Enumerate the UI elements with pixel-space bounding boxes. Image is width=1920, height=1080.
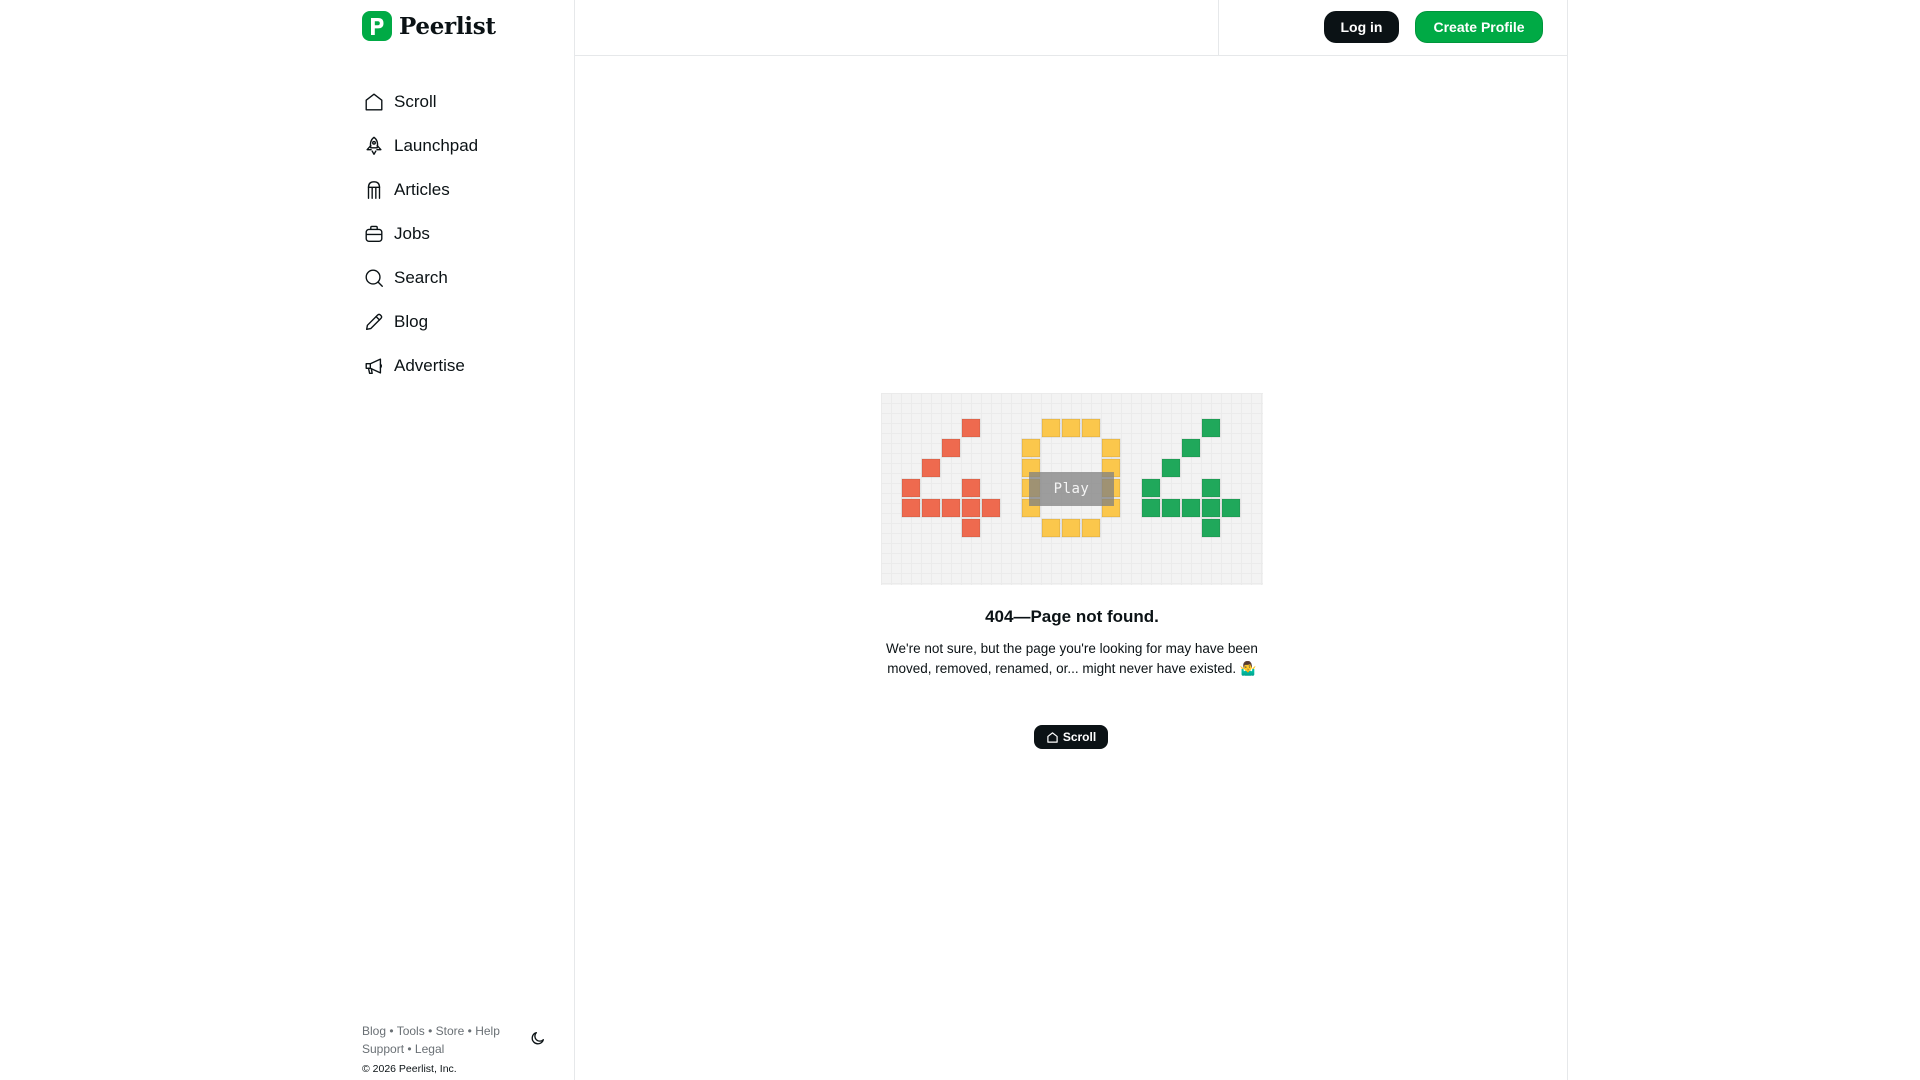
footer-links-row-1: Blog • Tools • Store • Help	[362, 1022, 522, 1040]
scroll-button-label: Scroll	[1062, 730, 1097, 744]
digit-four-right-tile	[1161, 498, 1181, 518]
sidebar-item-label: Search	[394, 268, 448, 287]
rocket-icon	[362, 134, 386, 158]
digit-four-right-tile	[1201, 518, 1221, 538]
sidebar-item-articles[interactable]: Articles	[362, 168, 478, 212]
footer-links-row-2: Support • Legal	[362, 1040, 522, 1058]
megaphone-icon	[362, 354, 386, 378]
digit-four-right-tile	[1221, 498, 1241, 518]
content-divider-right	[1567, 0, 1568, 1080]
digit-zero-tile	[1061, 518, 1081, 538]
digit-zero-tile	[1021, 438, 1041, 458]
footer-link-legal[interactable]: Legal	[415, 1042, 444, 1056]
footer-link-help[interactable]: Help	[475, 1024, 500, 1038]
search-icon	[362, 266, 386, 290]
page-title: 404—Page not found.	[985, 607, 1159, 626]
footer-separator: •	[467, 1024, 472, 1038]
sidebar-item-launchpad[interactable]: Launchpad	[362, 124, 478, 168]
sidebar: Peerlist Scroll Launchpad Articles Jobs	[362, 0, 574, 1080]
briefcase-icon	[362, 222, 386, 246]
digit-four-left-tile	[981, 498, 1001, 518]
sidebar-divider	[574, 0, 575, 1080]
digit-four-left-tile	[961, 518, 981, 538]
logo-text: Peerlist	[399, 12, 496, 40]
digit-four-right-tile	[1161, 458, 1181, 478]
sidebar-item-label: Blog	[394, 312, 429, 331]
digit-four-right-tile	[1181, 498, 1201, 518]
footer-link-tools[interactable]: Tools	[397, 1024, 425, 1038]
home-icon	[362, 90, 386, 114]
sidebar-item-label: Articles	[394, 180, 450, 199]
digit-four-left-tile	[901, 498, 921, 518]
digit-four-left-tile	[961, 418, 981, 438]
header-bottom-divider	[575, 55, 1567, 56]
footer-link-store[interactable]: Store	[436, 1024, 465, 1038]
digit-four-left-tile	[941, 498, 961, 518]
digit-four-right-tile	[1181, 438, 1201, 458]
peerlist-logo[interactable]: Peerlist	[362, 11, 496, 41]
digit-zero-tile	[1041, 518, 1061, 538]
sidebar-item-label: Jobs	[394, 224, 430, 243]
digit-zero-tile	[1081, 418, 1101, 438]
footer-link-blog[interactable]: Blog	[362, 1024, 386, 1038]
digit-zero-tile	[1101, 438, 1121, 458]
theme-toggle-button[interactable]	[525, 1025, 551, 1051]
copyright: © 2026 Peerlist, Inc.	[362, 1063, 457, 1075]
digit-zero-tile	[1041, 418, 1061, 438]
footer-links: Blog • Tools • Store • Help Support • Le…	[362, 1022, 522, 1058]
digit-four-right-tile	[1201, 478, 1221, 498]
create-profile-button[interactable]: Create Profile	[1415, 11, 1543, 43]
digit-zero-tile	[1061, 418, 1081, 438]
digit-zero-tile	[1081, 518, 1101, 538]
game-404-board[interactable]: Play	[881, 393, 1263, 585]
sidebar-item-label: Advertise	[394, 356, 465, 375]
sidebar-item-blog[interactable]: Blog	[362, 300, 478, 344]
login-button[interactable]: Log in	[1324, 11, 1399, 43]
sidebar-item-advertise[interactable]: Advertise	[362, 344, 478, 388]
footer-separator: •	[428, 1024, 433, 1038]
sidebar-item-label: Launchpad	[394, 136, 479, 155]
digit-four-right-tile	[1201, 498, 1221, 518]
digit-four-left-tile	[941, 438, 961, 458]
footer-link-support[interactable]: Support	[362, 1042, 404, 1056]
digit-four-left-tile	[901, 478, 921, 498]
sidebar-item-label: Scroll	[394, 92, 437, 111]
digit-four-left-tile	[961, 498, 981, 518]
digit-four-left-tile	[961, 478, 981, 498]
home-icon	[1046, 731, 1059, 744]
sidebar-item-scroll[interactable]: Scroll	[362, 80, 478, 124]
digit-four-right-tile	[1201, 418, 1221, 438]
digit-four-right-tile	[1141, 478, 1161, 498]
logo-mark-icon	[362, 11, 392, 41]
header-divider	[1218, 0, 1219, 55]
moon-icon	[530, 1030, 546, 1046]
footer-separator: •	[389, 1024, 394, 1038]
sidebar-item-jobs[interactable]: Jobs	[362, 212, 478, 256]
digit-four-right-tile	[1141, 498, 1161, 518]
footer-separator: •	[407, 1042, 412, 1056]
articles-icon	[362, 178, 386, 202]
scroll-button[interactable]: Scroll	[1034, 725, 1108, 749]
page-description: We're not sure, but the page you're look…	[886, 641, 1258, 676]
sidebar-nav: Scroll Launchpad Articles Jobs Search Bl…	[362, 80, 478, 388]
sidebar-item-search[interactable]: Search	[362, 256, 478, 300]
digit-four-left-tile	[921, 498, 941, 518]
pencil-icon	[362, 310, 386, 334]
play-button[interactable]: Play	[1029, 472, 1114, 506]
digit-four-left-tile	[921, 458, 941, 478]
